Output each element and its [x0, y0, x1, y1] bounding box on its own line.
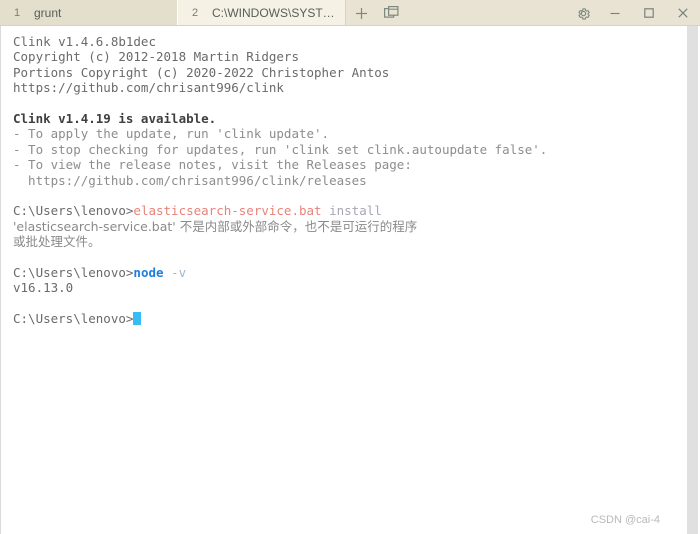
terminal-window: 1 grunt 2 C:\WINDOWS\SYSTEM... Clink v1.…	[0, 0, 700, 534]
close-icon	[677, 7, 689, 19]
text-cursor	[133, 312, 141, 326]
terminal-output-area[interactable]: Clink v1.4.6.8b1dec Copyright (c) 2012-2…	[0, 26, 684, 534]
active-prompt-line[interactable]: C:\Users\lenovo>	[13, 311, 684, 326]
error-line: 'elasticsearch-service.bat' 不是内部或外部命令，也不…	[13, 218, 418, 234]
tab-title-label: grunt	[34, 6, 62, 20]
prompt-label: C:\Users\lenovo>	[13, 311, 134, 327]
prompt-label: C:\Users\lenovo>	[13, 203, 134, 219]
tab-bar: 1 grunt 2 C:\WINDOWS\SYSTEM...	[0, 0, 700, 26]
tab-grunt[interactable]: 1 grunt	[0, 0, 178, 26]
plus-icon	[355, 7, 368, 20]
command-args: -v	[163, 264, 187, 280]
settings-button[interactable]	[568, 0, 598, 26]
update-bullet: https://github.com/chrisant996/clink/rel…	[13, 172, 367, 188]
tab-title-label: C:\WINDOWS\SYSTEM...	[212, 6, 345, 20]
tab-system32[interactable]: 2 C:\WINDOWS\SYSTEM...	[178, 0, 346, 26]
terminal-body: Clink v1.4.6.8b1dec Copyright (c) 2012-2…	[0, 26, 700, 534]
vertical-scrollbar[interactable]	[684, 26, 700, 534]
maximize-button[interactable]	[632, 0, 666, 26]
update-bullet: - To view the release notes, visit the R…	[13, 157, 412, 173]
command-name: elasticsearch-service.bat	[133, 203, 322, 219]
tab-bar-spacer	[406, 0, 568, 26]
minimize-icon	[609, 7, 621, 19]
output-line: Copyright (c) 2012-2018 Martin Ridgers	[13, 49, 299, 65]
update-headline: Clink v1.4.19 is available.	[13, 110, 217, 126]
output-line: v16.13.0	[13, 280, 74, 296]
output-line: Portions Copyright (c) 2020-2022 Christo…	[13, 64, 390, 80]
minimize-button[interactable]	[598, 0, 632, 26]
windows-duplicate-icon	[383, 6, 399, 20]
command-line-elasticsearch: C:\Users\lenovo>elasticsearch-service.ba…	[13, 203, 684, 218]
gear-icon	[576, 6, 591, 21]
new-window-button[interactable]	[376, 0, 406, 26]
command-args: install	[321, 203, 382, 219]
command-line-node: C:\Users\lenovo>node -v	[13, 265, 684, 280]
prompt-label: C:\Users\lenovo>	[13, 264, 134, 280]
watermark-label: CSDN @cai-4	[590, 514, 660, 526]
close-button[interactable]	[666, 0, 700, 26]
error-line: 或批处理文件。	[13, 234, 101, 250]
tab-index-label: 2	[191, 7, 199, 19]
tab-index-label: 1	[13, 7, 21, 19]
update-bullet: - To stop checking for updates, run 'cli…	[13, 141, 548, 157]
new-tab-button[interactable]	[346, 0, 376, 26]
output-line: Clink v1.4.6.8b1dec	[13, 34, 156, 49]
update-bullet: - To apply the update, run 'clink update…	[13, 126, 330, 142]
maximize-icon	[643, 7, 655, 19]
output-line: https://github.com/chrisant996/clink	[13, 80, 284, 96]
scrollbar-track[interactable]	[687, 26, 698, 534]
command-name: node	[133, 264, 164, 280]
